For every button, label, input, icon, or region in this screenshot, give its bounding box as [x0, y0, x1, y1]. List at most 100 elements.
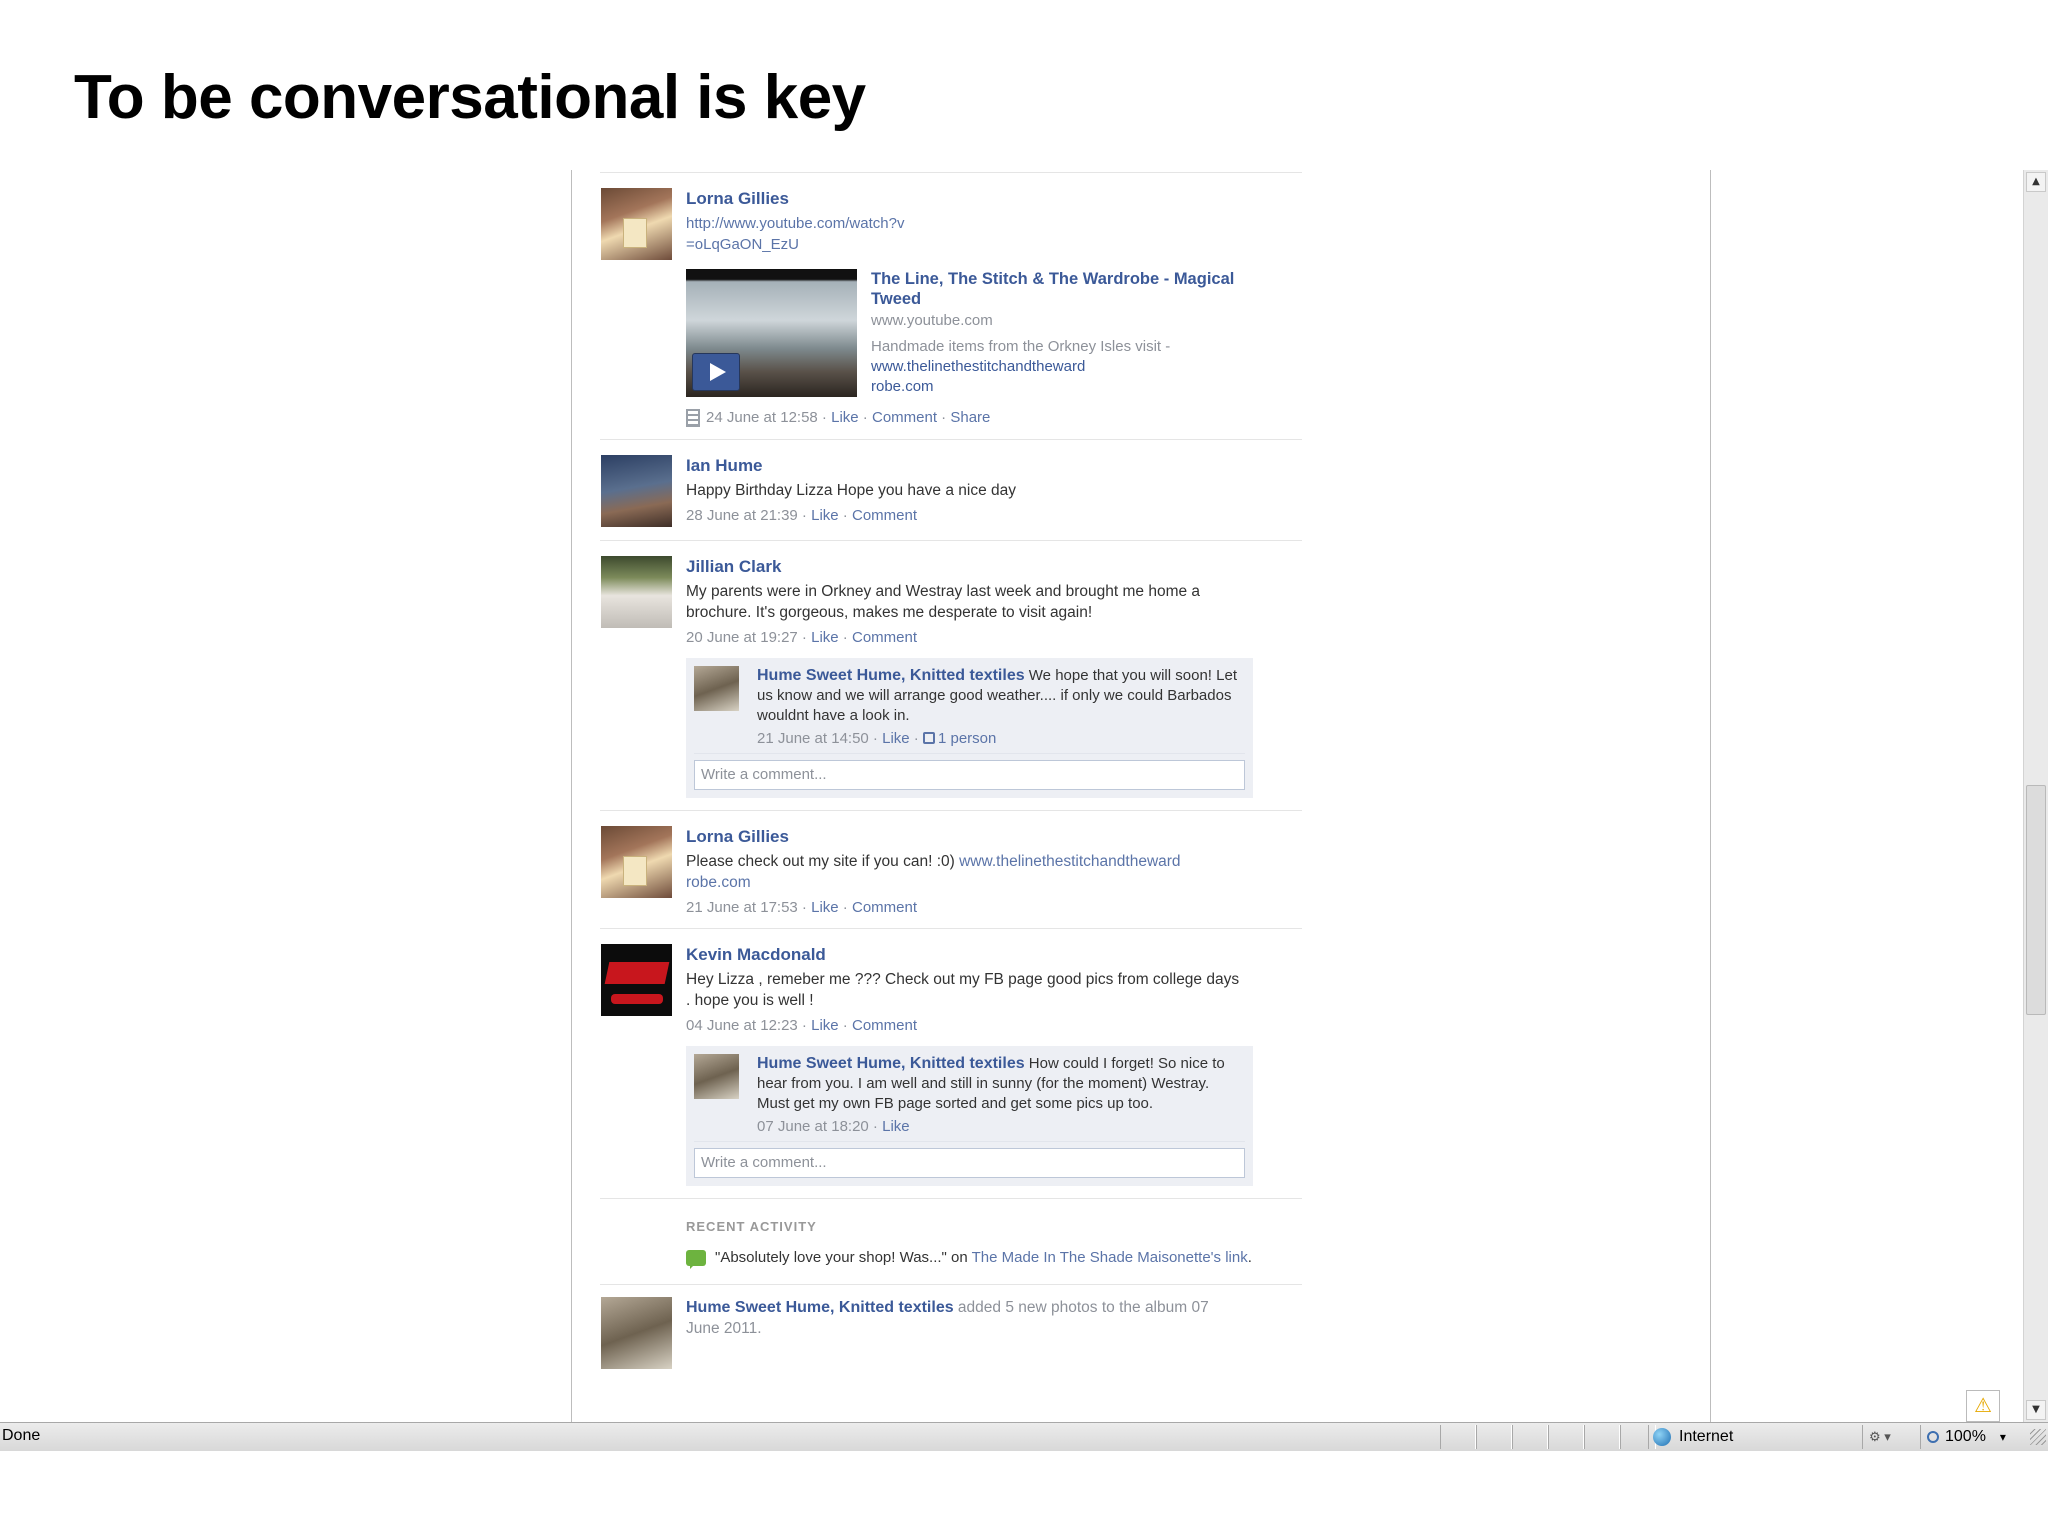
- video-thumbnail[interactable]: [686, 269, 857, 397]
- security-zone[interactable]: Internet: [1648, 1425, 1863, 1449]
- recent-quote: "Absolutely love your shop! Was..." on: [715, 1249, 972, 1267]
- status-pane: [1476, 1425, 1512, 1449]
- avatar[interactable]: [601, 826, 672, 899]
- post-link[interactable]: http://www.youtube.com/watch?v =oLqGaON_…: [686, 213, 1246, 255]
- zone-label: Internet: [1679, 1428, 1734, 1445]
- thumbs-up-icon: [922, 732, 935, 745]
- post-time[interactable]: 21 June at 17:53: [686, 899, 798, 916]
- post-meta: 24 June at 12:58 · Like · Comment · Shar…: [686, 409, 1302, 428]
- post-meta: 04 June at 12:23 · Like · Comment: [686, 1017, 918, 1035]
- post-author[interactable]: Ian Hume: [686, 456, 1302, 476]
- wall-post: Jillian Clark My parents were in Orkney …: [600, 540, 1302, 810]
- scroll-thumb[interactable]: [2026, 785, 2046, 1015]
- wall-post: Kevin Macdonald Hey Lizza , remeber me ?…: [600, 928, 1302, 1198]
- comment-author[interactable]: Hume Sweet Hume, Knitted textiles: [757, 667, 1025, 684]
- wall-post: Lorna Gillies Please check out my site i…: [600, 810, 1302, 928]
- comment: Hume Sweet Hume, Knitted textiles How co…: [694, 1054, 1245, 1143]
- post-author[interactable]: Jillian Clark: [686, 557, 1302, 577]
- post-author[interactable]: Kevin Macdonald: [686, 945, 1302, 965]
- resize-grip-icon[interactable]: [2030, 1429, 2046, 1445]
- attachment-domain: www.youtube.com: [871, 312, 993, 329]
- vertical-scrollbar[interactable]: ▲ ▼: [2023, 170, 2048, 1422]
- comment-author[interactable]: Hume Sweet Hume, Knitted textiles: [757, 1055, 1025, 1072]
- globe-icon: [1653, 1428, 1671, 1446]
- attachment-info: The Line, The Stitch & The Wardrobe - Ma…: [871, 269, 1251, 397]
- comment-time[interactable]: 07 June at 18:20: [757, 1118, 869, 1135]
- recent-activity-item: "Absolutely love your shop! Was..." on T…: [686, 1248, 1275, 1270]
- play-icon[interactable]: [692, 353, 740, 391]
- recent-activity-label: RECENT ACTIVITY: [686, 1219, 817, 1235]
- browser-window: Lorna Gillies http://www.youtube.com/wat…: [0, 170, 2048, 1451]
- like-link[interactable]: Like: [811, 507, 839, 524]
- post-text-wrap: Please check out my site if you can! :0)…: [686, 851, 1246, 893]
- facebook-page: Lorna Gillies http://www.youtube.com/wat…: [571, 170, 1711, 1422]
- avatar[interactable]: [694, 1054, 739, 1100]
- status-pane: [1512, 1425, 1548, 1449]
- write-comment-input[interactable]: Write a comment...: [694, 1148, 1245, 1179]
- status-bar: Done Internet ⚙ ▾ 100% ▾: [0, 1422, 2048, 1451]
- likes-count-text[interactable]: 1 person: [938, 730, 996, 747]
- post-text: Please check out my site if you can! :0): [686, 853, 960, 871]
- post-text: Hey Lizza , remeber me ??? Check out my …: [686, 971, 1240, 1010]
- comment-link[interactable]: Comment: [852, 507, 917, 524]
- post-text: My parents were in Orkney and Westray la…: [686, 583, 1201, 622]
- attachment-desc-link[interactable]: www.thelinethestitchandtheward: [871, 358, 1085, 375]
- post-meta: 20 June at 19:27 · Like · Comment: [686, 629, 918, 647]
- post-author[interactable]: Hume Sweet Hume, Knitted textiles: [686, 1299, 954, 1316]
- video-icon: [686, 409, 700, 428]
- post-time[interactable]: 04 June at 12:23: [686, 1017, 798, 1034]
- chevron-down-icon[interactable]: ▾: [2000, 1430, 2006, 1444]
- zoom-icon: [1927, 1431, 1939, 1443]
- post-link-line2[interactable]: =oLqGaON_EzU: [686, 234, 1246, 255]
- like-link[interactable]: Like: [811, 899, 839, 916]
- post-author[interactable]: Lorna Gillies: [686, 827, 1302, 847]
- post-author[interactable]: Lorna Gillies: [686, 189, 1302, 209]
- post-text-wrap: Hume Sweet Hume, Knitted textiles added …: [686, 1297, 1246, 1339]
- attachment-title[interactable]: The Line, The Stitch & The Wardrobe - Ma…: [871, 269, 1251, 309]
- warning-icon[interactable]: ⚠: [1966, 1390, 2000, 1422]
- comment-meta: 07 June at 18:20 · Like: [757, 1118, 910, 1136]
- zoom-control[interactable]: 100% ▾: [1920, 1425, 2037, 1449]
- like-link[interactable]: Like: [882, 1118, 910, 1135]
- comment-box: Hume Sweet Hume, Knitted textiles How co…: [686, 1046, 1253, 1187]
- status-pane: [1548, 1425, 1584, 1449]
- slide-title: To be conversational is key: [74, 63, 866, 132]
- avatar[interactable]: [601, 944, 672, 1017]
- zoom-level: 100%: [1945, 1428, 1986, 1445]
- status-pane: [1440, 1425, 1476, 1449]
- status-panes: [1440, 1425, 1656, 1449]
- like-link[interactable]: Like: [831, 409, 859, 426]
- wall-post: Lorna Gillies http://www.youtube.com/wat…: [600, 172, 1302, 439]
- wall-post: Ian Hume Happy Birthday Lizza Hope you h…: [600, 439, 1302, 540]
- comment-link[interactable]: Comment: [872, 409, 937, 426]
- comment-link[interactable]: Comment: [852, 899, 917, 916]
- write-comment-input[interactable]: Write a comment...: [694, 760, 1245, 791]
- likes-count[interactable]: 1 person: [922, 730, 996, 747]
- avatar[interactable]: [694, 666, 739, 712]
- like-link[interactable]: Like: [811, 629, 839, 646]
- avatar[interactable]: [601, 455, 672, 528]
- like-link[interactable]: Like: [811, 1017, 839, 1034]
- post-time[interactable]: 20 June at 19:27: [686, 629, 798, 646]
- comment-bubble-icon: [686, 1250, 706, 1270]
- scroll-down-arrow-icon[interactable]: ▼: [2026, 1400, 2046, 1420]
- like-link[interactable]: Like: [882, 730, 910, 747]
- avatar[interactable]: [601, 188, 672, 260]
- recent-link[interactable]: The Made In The Shade Maisonette's link: [972, 1249, 1248, 1266]
- attachment-desc-link-cont[interactable]: robe.com: [871, 378, 934, 395]
- avatar[interactable]: [601, 1297, 672, 1370]
- avatar[interactable]: [601, 556, 672, 629]
- scroll-up-arrow-icon[interactable]: ▲: [2026, 172, 2046, 192]
- post-time[interactable]: 24 June at 12:58: [706, 409, 818, 426]
- protected-mode-dropdown[interactable]: ⚙ ▾: [1862, 1425, 1925, 1449]
- comment-link[interactable]: Comment: [852, 629, 917, 646]
- wall-feed: Lorna Gillies http://www.youtube.com/wat…: [600, 172, 1302, 1381]
- share-link[interactable]: Share: [950, 409, 990, 426]
- recent-end: .: [1247, 1249, 1252, 1267]
- comment-time[interactable]: 21 June at 14:50: [757, 730, 869, 747]
- status-text: Done: [2, 1427, 41, 1444]
- post-link-line1[interactable]: http://www.youtube.com/watch?v: [686, 213, 1246, 234]
- comment-link[interactable]: Comment: [852, 1017, 917, 1034]
- post-time[interactable]: 28 June at 21:39: [686, 507, 798, 524]
- recent-activity: RECENT ACTIVITY "Absolutely love your sh…: [600, 1198, 1302, 1284]
